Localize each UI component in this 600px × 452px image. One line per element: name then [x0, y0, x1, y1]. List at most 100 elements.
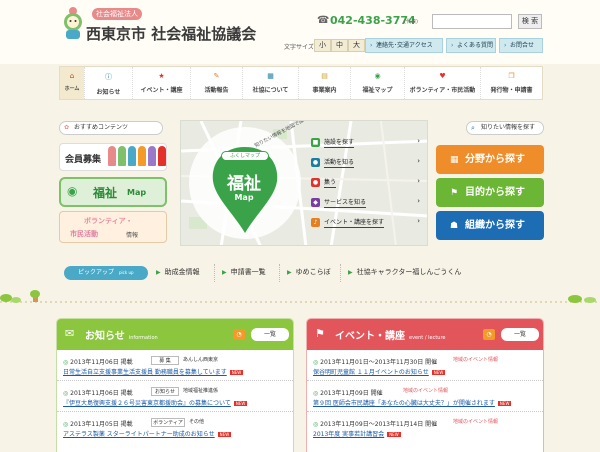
new-badge: NEW: [229, 370, 244, 375]
news-link-text[interactable]: アステラス製薬 スターライトパートナー助成のお知らせ: [63, 431, 215, 438]
map-badge: ふくしマップ: [221, 151, 269, 161]
news-link[interactable]: 『伊豆大島復興支援２６号災害東京都援助会』の募集について NEW: [63, 398, 248, 407]
font-size-label: 文字サイズ: [284, 44, 314, 51]
member-recruit-banner[interactable]: 会員募集: [59, 143, 167, 171]
nav-volunteer[interactable]: ♥ ボランティア・市民活動: [404, 67, 480, 99]
event-date: 2013年11月09日～2013年11月14日 開催: [313, 419, 437, 428]
phone-number: 042-438-3774: [330, 14, 416, 27]
news-link[interactable]: 日常生活自立支援事業生活支援員 勤務職員を募集しています NEW: [63, 367, 244, 376]
search-by-field-button[interactable]: ▦ 分野から探す: [436, 145, 544, 174]
member-label: 会員募集: [65, 155, 102, 165]
search-button[interactable]: 検 索: [518, 14, 542, 29]
event-item: 2013年11月09日～2013年11月14日 開催 地域のイベント情報 201…: [307, 414, 543, 441]
info-icon: ⓘ: [105, 73, 112, 81]
people-icon: ●: [311, 158, 320, 167]
map-menu-item[interactable]: ● 集う ›: [311, 177, 426, 193]
map-menu-item[interactable]: ◆ サービスを知る ›: [311, 197, 426, 213]
find-info-label: 知りたい情報を探す: [466, 121, 544, 135]
map-menu-item[interactable]: ■ 施設を探す ›: [311, 137, 426, 153]
events-subtitle: event / lecture: [409, 335, 446, 341]
map-banner-sub: Map: [127, 188, 147, 197]
news-link-text[interactable]: 『伊豆大島復興支援２６号災害東京都援助会』の募集について: [63, 400, 231, 407]
news-link-text[interactable]: 日常生活自立支援事業生活支援員 勤務職員を募集しています: [63, 369, 227, 376]
event-link-text[interactable]: 第９回 医師会市民講座「あなたの心臓は大丈夫？」が開催されます: [313, 400, 495, 407]
news-department: 地域福祉推進係: [183, 388, 219, 394]
nav-map[interactable]: ◉ 福祉マップ: [350, 67, 404, 99]
pencil-icon: ✎: [213, 72, 220, 80]
news-title: お知らせ: [85, 331, 125, 342]
volunteer-banner[interactable]: ボランティア・ 市民活動 情報: [59, 211, 167, 243]
nav-label: ホーム: [64, 86, 80, 92]
faq-link[interactable]: よくある質問: [446, 38, 496, 53]
divider: [279, 264, 280, 282]
nav-home[interactable]: ⌂ ホーム: [60, 67, 84, 99]
home-icon: ⌂: [69, 72, 75, 80]
nav-news[interactable]: ⓘ お知らせ: [84, 67, 132, 99]
search-by-organization-button[interactable]: ☗ 組織から探す: [436, 211, 544, 240]
divider: [307, 380, 543, 381]
search-by-purpose-button[interactable]: ⚑ 目的から探す: [436, 178, 544, 207]
phone-note: (代表): [404, 19, 418, 25]
nav-about[interactable]: ▦ 社協について: [242, 67, 298, 99]
event-link-text[interactable]: 2013年度 実事若計講習会: [313, 431, 384, 438]
music-icon: ♪: [311, 218, 320, 227]
divider: [57, 380, 293, 381]
event-link[interactable]: 2013年度 実事若計講習会 NEW: [313, 429, 401, 438]
map-menu-item[interactable]: ♪ イベント・講座を探す ›: [311, 217, 426, 233]
divider: [214, 264, 215, 282]
new-badge: NEW: [497, 401, 512, 406]
font-size-medium-button[interactable]: 中: [331, 39, 348, 52]
org-subtitle: 社会福祉法人: [92, 8, 142, 20]
event-date: 2013年11月01日～2013年11月30日 開催: [313, 357, 437, 366]
event-category: 地域のイベント情報: [453, 419, 499, 425]
news-link[interactable]: アステラス製薬 スターライトパートナー助成のお知らせ NEW: [63, 429, 232, 438]
pickup-link[interactable]: 助成金情報: [156, 267, 200, 277]
mascot-logo-icon[interactable]: [60, 6, 86, 40]
person-icon: [148, 146, 156, 166]
event-link[interactable]: 第９回 医師会市民講座「あなたの心臓は大丈夫？」が開催されます NEW: [313, 398, 512, 407]
news-item: 2013年11月05日 掲載 ボランティア その他 アステラス製薬 スターライト…: [57, 414, 293, 441]
welfare-map-banner[interactable]: ◉ 福祉 Map: [59, 177, 167, 207]
pickup-badge: ピックアップ pick up: [64, 266, 148, 280]
nav-label: 福祉マップ: [362, 87, 393, 94]
pickup-link[interactable]: 申請書一覧: [222, 267, 266, 277]
search-input[interactable]: [432, 14, 512, 29]
pickup-link[interactable]: 社協キャラクター福しんごうくん: [348, 267, 462, 277]
events-header: ⚑ イベント・講座 event / lecture ◔ 一覧: [307, 319, 543, 350]
welfare-map-panel[interactable]: ふくしマップ 福祉 Map 知りたい情報を地図で探そう！ ■ 施設を探す › ● 活動…: [180, 120, 428, 246]
event-link[interactable]: 保谷明町児童館 １１月イベントのお知らせ NEW: [313, 367, 446, 376]
event-item: 2013年11月09日 開催 地域のイベント情報 第９回 医師会市民講座「あなた…: [307, 383, 543, 410]
nav-label: ボランティア・市民活動: [409, 87, 476, 94]
nav-publications[interactable]: ❐ 発行物・申請書: [480, 67, 542, 99]
nav-services[interactable]: ▤ 事業案内: [298, 67, 350, 99]
news-list-button[interactable]: 一覧: [251, 328, 289, 341]
chevron-right-icon: ›: [417, 157, 420, 165]
access-link[interactable]: 連絡先･交通アクセス: [365, 38, 443, 53]
news-date: 2013年11月06日 掲載: [63, 388, 132, 397]
contact-link[interactable]: お問合せ: [499, 38, 543, 53]
event-link-text[interactable]: 保谷明町児童館 １１月イベントのお知らせ: [313, 369, 429, 376]
nav-events[interactable]: ★ イベント・講座: [132, 67, 190, 99]
grid-icon: ▦: [450, 155, 459, 165]
new-badge: NEW: [233, 401, 248, 406]
pickup-link[interactable]: ゆめこらぼ: [287, 267, 331, 277]
flag-icon: ⚑: [315, 327, 325, 340]
clipboard-icon: ▤: [321, 72, 328, 80]
news-department: その他: [189, 419, 205, 425]
rss-icon[interactable]: ◔: [483, 329, 495, 340]
org-title[interactable]: 西東京市 社会福祉協議会: [86, 23, 256, 44]
main-nav: ⌂ ホーム ⓘ お知らせ ★ イベント・講座 ✎ 活動報告 ▦ 社協について ▤…: [59, 66, 543, 100]
chevron-right-icon: ›: [417, 177, 420, 185]
map-menu-item[interactable]: ● 活動を知る ›: [311, 157, 426, 173]
events-list-button[interactable]: 一覧: [501, 328, 539, 341]
person-icon: [128, 146, 136, 166]
nav-reports[interactable]: ✎ 活動報告: [190, 67, 242, 99]
font-size-large-button[interactable]: 大: [348, 39, 365, 52]
rss-icon[interactable]: ◔: [233, 329, 245, 340]
grass-decoration: [0, 290, 600, 303]
speech-icon: ✉: [65, 327, 75, 340]
font-size-small-button[interactable]: 小: [314, 39, 331, 52]
volunteer-banner-line3: 情報: [126, 232, 139, 239]
chevron-right-icon: ›: [417, 197, 420, 205]
phone-icon: ☎: [317, 15, 330, 26]
